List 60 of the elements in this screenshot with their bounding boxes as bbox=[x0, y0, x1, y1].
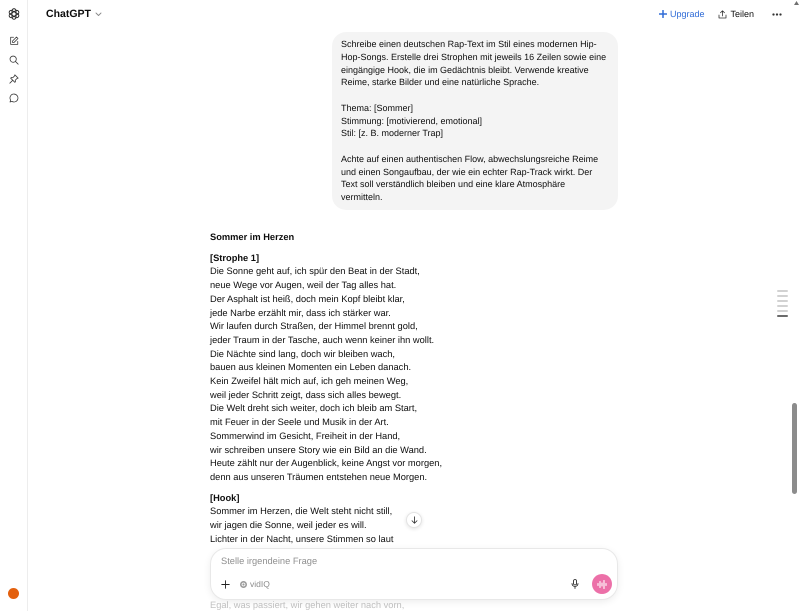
lyric-line: Sommerwind im Gesicht, Freiheit in der Hand, bbox=[210, 430, 400, 443]
extension-icon bbox=[240, 580, 247, 588]
plus-icon bbox=[658, 10, 667, 18]
scroll-marker[interactable] bbox=[777, 300, 788, 302]
message-text: Thema: [Sommer] bbox=[341, 102, 414, 114]
more-icon bbox=[772, 12, 782, 16]
waveform-icon bbox=[597, 580, 607, 588]
lyric-line: denn aus unseren Träumen entstehen neue Morgen. bbox=[210, 471, 428, 484]
lyric-line: Heute zählt nur der Augenblick, keine Angst vor morgen, bbox=[210, 457, 442, 470]
upgrade-button[interactable]: Upgrade bbox=[656, 7, 708, 21]
plus-icon bbox=[221, 580, 230, 588]
lyric-line: jeder Traum in der Tasche, auch wenn keiner ihn wollt. bbox=[210, 334, 434, 347]
message-text: Schreibe einen deutschen Rap-Text im Stil eines modernen Hip-Hop-Songs. Erstelle drei Strophen mit jeweils 16 Zeilen sowie eine eingängige Hook, die im Gedächtnis bleibt. Verwende kreative Reime, starke Bilder und eine natürliche Sprache. bbox=[341, 38, 608, 89]
scroll-up-arrow-icon[interactable] bbox=[794, 1, 799, 5]
lyric-line: Lichter in der Nacht, unsere Stimmen so laut bbox=[210, 532, 394, 546]
lyric-line: wir jagen die Sonne, weil jeder es will. bbox=[210, 519, 367, 532]
microphone-icon bbox=[571, 579, 579, 589]
scroll-marker[interactable] bbox=[777, 295, 788, 297]
section-heading: [Strophe 1] bbox=[210, 252, 260, 265]
lyric-line: weil jeder Schritt zeigt, dass sich alles bewegt. bbox=[210, 388, 402, 402]
scroll-marker[interactable] bbox=[777, 290, 788, 292]
lyric-line: wir schreiben unsere Story wie ein Bild an die Wand. bbox=[210, 444, 427, 457]
lyric-line: Kein Zweifel hält mich auf, ich geh meinen Weg, bbox=[210, 375, 408, 388]
microphone-button[interactable] bbox=[569, 577, 581, 591]
lyric-line: Die Nächte sind lang, doch wir bleiben wach, bbox=[210, 348, 396, 361]
share-icon bbox=[718, 10, 728, 18]
voice-button[interactable] bbox=[592, 574, 612, 594]
lyric-line: Sommer im Herzen, die Welt steht nicht still, bbox=[210, 505, 392, 518]
lyric-line: Die Welt dreht sich weiter, doch ich bleib am Start, bbox=[210, 402, 418, 416]
scroll-marker[interactable] bbox=[777, 305, 788, 307]
message-text: Achte auf einen authentischen Flow, abwechslungsreiche Reime und einen Songaufbau, der wie ein echter Rap-Track wirkt. Der Text soll verständlich bleiben und eine klare Atmosphäre vermitteln. bbox=[341, 152, 600, 204]
lyric-line: mit Feuer in der Seele und Musik in der Art. bbox=[210, 416, 389, 430]
extension-button[interactable]: vidIQ bbox=[240, 579, 270, 589]
app-title[interactable]: ChatGPT bbox=[46, 8, 91, 20]
chat-bubble-icon[interactable] bbox=[8, 93, 18, 103]
lyric-line: jede Narbe erzählt mir, dass ich stärker war. bbox=[210, 306, 391, 320]
message-text: Stimmung: [motivierend, emotional] bbox=[341, 114, 484, 128]
message-input[interactable]: Stelle irgendeine Frage bbox=[219, 554, 421, 568]
search-icon[interactable] bbox=[8, 55, 18, 65]
add-button[interactable] bbox=[219, 578, 232, 590]
lyric-line: Der Asphalt ist heiß, doch mein Kopf bleibt klar, bbox=[210, 292, 405, 306]
response-title: Sommer im Herzen bbox=[210, 230, 294, 244]
lyric-line: Die Sonne geht auf, ich spür den Beat in der Stadt, bbox=[210, 265, 420, 278]
section-heading: [Hook] bbox=[210, 492, 240, 505]
arrow-down-icon bbox=[410, 516, 418, 524]
lyric-line: bauen aus kleinen Momenten ein Leben danach. bbox=[210, 361, 412, 374]
logo-icon[interactable] bbox=[8, 8, 20, 20]
lyric-line: neue Wege vor Augen, weil der Tag alles hat. bbox=[210, 279, 396, 292]
scroll-down-button[interactable] bbox=[406, 512, 422, 528]
scroll-marker[interactable] bbox=[777, 315, 788, 318]
lyric-line: Wir laufen durch Straßen, der Himmel brennt gold, bbox=[210, 320, 418, 334]
scrollbar-thumb[interactable] bbox=[792, 403, 797, 494]
pencil-square-icon[interactable] bbox=[8, 36, 18, 46]
lyric-line: Egal, was passiert, wir gehen weiter nach vorn, bbox=[210, 600, 404, 611]
chevron-down-icon[interactable] bbox=[94, 12, 102, 17]
scroll-marker[interactable] bbox=[777, 310, 788, 312]
share-button[interactable]: Teilen bbox=[715, 7, 757, 21]
avatar-icon[interactable] bbox=[8, 588, 19, 599]
pin-icon[interactable] bbox=[8, 74, 18, 84]
message-text: Stil: [z. B. moderner Trap] bbox=[341, 127, 444, 140]
